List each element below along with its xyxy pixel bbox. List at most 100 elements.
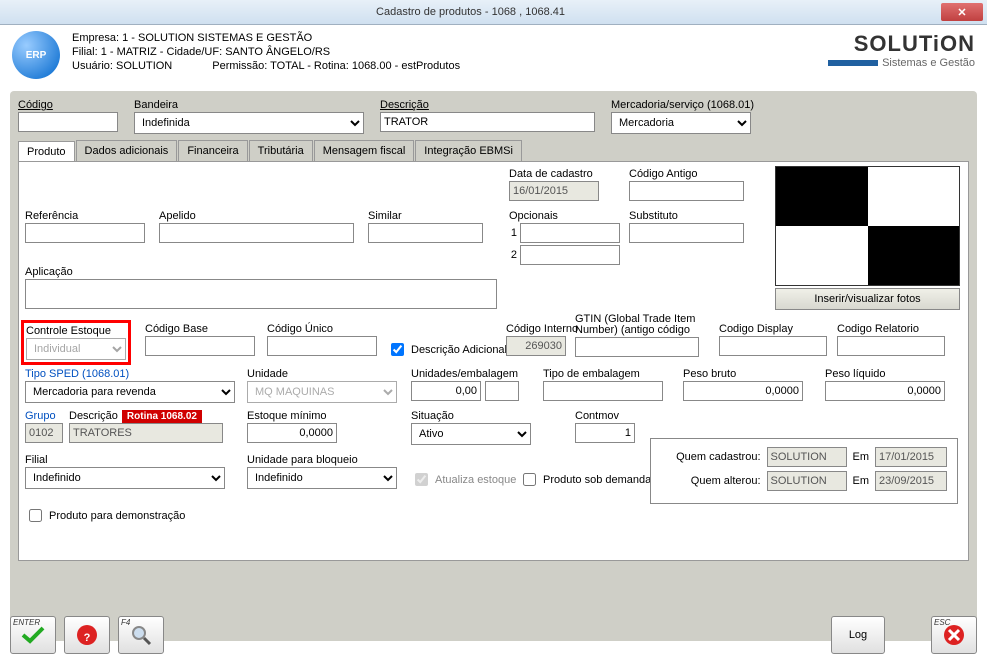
- unid-emb2-input[interactable]: [485, 381, 519, 401]
- data-cadastro-label: Data de cadastro: [509, 168, 599, 180]
- codigo-antigo-input[interactable]: [629, 181, 744, 201]
- codigo-label: Código: [18, 99, 118, 111]
- cad-em-label: Em: [853, 451, 870, 463]
- codigo-input[interactable]: [18, 112, 118, 132]
- brand-title: SOLUTiON: [828, 31, 975, 57]
- situacao-select[interactable]: Ativo: [411, 423, 531, 445]
- help-button[interactable]: ?: [64, 616, 110, 654]
- tab-mensagem-fiscal[interactable]: Mensagem fiscal: [314, 140, 415, 161]
- opt1-num: 1: [509, 227, 517, 239]
- footer-toolbar: ENTER ? F4 Log ESC: [0, 611, 987, 659]
- window-title: Cadastro de produtos - 1068 , 1068.41: [0, 6, 941, 18]
- codigo-display-input[interactable]: [719, 336, 827, 356]
- quem-cadastrou-label: Quem cadastrou:: [661, 451, 761, 463]
- produto-demonstracao-checkbox[interactable]: [29, 509, 42, 522]
- apelido-input[interactable]: [159, 223, 354, 243]
- tipo-sped-label: Tipo SPED (1068.01): [25, 368, 235, 380]
- alt-em-label: Em: [853, 475, 870, 487]
- form-area: Código Bandeira Indefinida Descrição Mer…: [10, 91, 977, 641]
- codigo-base-input[interactable]: [145, 336, 255, 356]
- descricao-label: Descrição: [380, 99, 595, 111]
- tab-strip: Produto Dados adicionais Financeira Trib…: [18, 140, 969, 161]
- controle-estoque-select[interactable]: Individual: [26, 338, 126, 360]
- header-info: Empresa: 1 - SOLUTION SISTEMAS E GESTÃO …: [72, 31, 460, 79]
- brand-area: SOLUTiON Sistemas e Gestão: [828, 31, 975, 79]
- opcional2-input[interactable]: [520, 245, 620, 265]
- gtin-input[interactable]: [575, 337, 699, 357]
- opcional1-input[interactable]: [520, 223, 620, 243]
- peso-bruto-label: Peso bruto: [683, 368, 803, 380]
- peso-bruto-input[interactable]: [683, 381, 803, 401]
- grupo-input: [25, 423, 63, 443]
- situacao-label: Situação: [411, 410, 531, 422]
- referencia-input[interactable]: [25, 223, 145, 243]
- aplicacao-label: Aplicação: [25, 266, 497, 278]
- sob-demanda-checkbox[interactable]: [523, 473, 536, 486]
- unid-bloqueio-select[interactable]: Indefinido: [247, 467, 397, 489]
- estoque-min-input[interactable]: [247, 423, 337, 443]
- usuario-label: Usuário: SOLUTION: [72, 59, 172, 73]
- titlebar: Cadastro de produtos - 1068 , 1068.41 ✕: [0, 0, 987, 25]
- unid-emb-label: Unidades/embalagem: [411, 368, 519, 380]
- mercadoria-select[interactable]: Mercadoria: [611, 112, 751, 134]
- apelido-label: Apelido: [159, 210, 354, 222]
- svg-text:?: ?: [84, 632, 91, 644]
- log-button[interactable]: Log: [831, 616, 885, 654]
- mercadoria-label: Mercadoria/serviço (1068.01): [611, 99, 754, 111]
- codigo-display-label: Codigo Display: [719, 323, 827, 335]
- tab-produto[interactable]: Produto: [18, 141, 75, 162]
- insert-photo-button[interactable]: Inserir/visualizar fotos: [775, 288, 960, 310]
- codigo-relatorio-input[interactable]: [837, 336, 945, 356]
- tab-dados-adicionais[interactable]: Dados adicionais: [76, 140, 178, 161]
- rotina-badge: Rotina 1068.02: [122, 410, 202, 423]
- aplicacao-input[interactable]: [25, 279, 497, 309]
- cad-date-input: [875, 447, 947, 467]
- produto-demonstracao-label: Produto para demonstração: [49, 510, 185, 522]
- peso-liquido-input[interactable]: [825, 381, 945, 401]
- codigo-unico-input[interactable]: [267, 336, 377, 356]
- bandeira-select[interactable]: Indefinida: [134, 112, 364, 134]
- similar-input[interactable]: [368, 223, 483, 243]
- unid-emb-input[interactable]: [411, 381, 481, 401]
- quem-cadastrou-input: [767, 447, 847, 467]
- atualiza-estoque-checkbox: [415, 473, 428, 486]
- descricao-adicional-label: Descrição Adicional: [411, 344, 507, 356]
- panel-produto: Data de cadastro Código Antigo Inserir/v…: [18, 161, 969, 561]
- tab-financeira[interactable]: Financeira: [178, 140, 247, 161]
- filial-label: Filial: [25, 454, 225, 466]
- codigo-base-label: Código Base: [145, 323, 255, 335]
- search-button[interactable]: F4: [118, 616, 164, 654]
- quem-alterou-label: Quem alterou:: [661, 475, 761, 487]
- bandeira-label: Bandeira: [134, 99, 364, 111]
- gtin-label: GTIN (Global Trade Item Number) (antigo …: [575, 314, 705, 336]
- referencia-label: Referência: [25, 210, 145, 222]
- codigo-interno-label: Código Interno: [506, 323, 578, 335]
- descricao-input[interactable]: [380, 112, 595, 132]
- confirm-button[interactable]: ENTER: [10, 616, 56, 654]
- tipo-emb-label: Tipo de embalagem: [543, 368, 663, 380]
- quem-alterou-input: [767, 471, 847, 491]
- empresa-label: Empresa: 1 - SOLUTION SISTEMAS E GESTÃO: [72, 31, 460, 45]
- atualiza-estoque-label: Atualiza estoque: [435, 474, 516, 486]
- cancel-button[interactable]: ESC: [931, 616, 977, 654]
- substituto-input[interactable]: [629, 223, 744, 243]
- filial-select[interactable]: Indefinido: [25, 467, 225, 489]
- audit-box: Quem cadastrou: Em Quem alterou: Em: [650, 438, 959, 504]
- contmov-input[interactable]: [575, 423, 635, 443]
- product-photo: [775, 166, 960, 286]
- tab-tributaria[interactable]: Tributária: [249, 140, 313, 161]
- peso-liquido-label: Peso líquido: [825, 368, 945, 380]
- descricao-adicional-checkbox[interactable]: [391, 343, 404, 356]
- tipo-emb-input[interactable]: [543, 381, 663, 401]
- codigo-antigo-label: Código Antigo: [629, 168, 744, 180]
- tipo-sped-select[interactable]: Mercadoria para revenda: [25, 381, 235, 403]
- codigo-interno-input: [506, 336, 566, 356]
- close-button[interactable]: ✕: [941, 3, 983, 21]
- permissao-label: Permissão: TOTAL - Rotina: 1068.00 - est…: [212, 59, 460, 73]
- opt2-num: 2: [509, 249, 517, 261]
- unid-bloqueio-label: Unidade para bloqueio: [247, 454, 397, 466]
- opcionais-label: Opcionais: [509, 210, 620, 222]
- filial-label: Filial: 1 - MATRIZ - Cidade/UF: SANTO ÂN…: [72, 45, 460, 59]
- tab-integracao[interactable]: Integração EBMSi: [415, 140, 522, 161]
- estoque-min-label: Estoque mínimo: [247, 410, 337, 422]
